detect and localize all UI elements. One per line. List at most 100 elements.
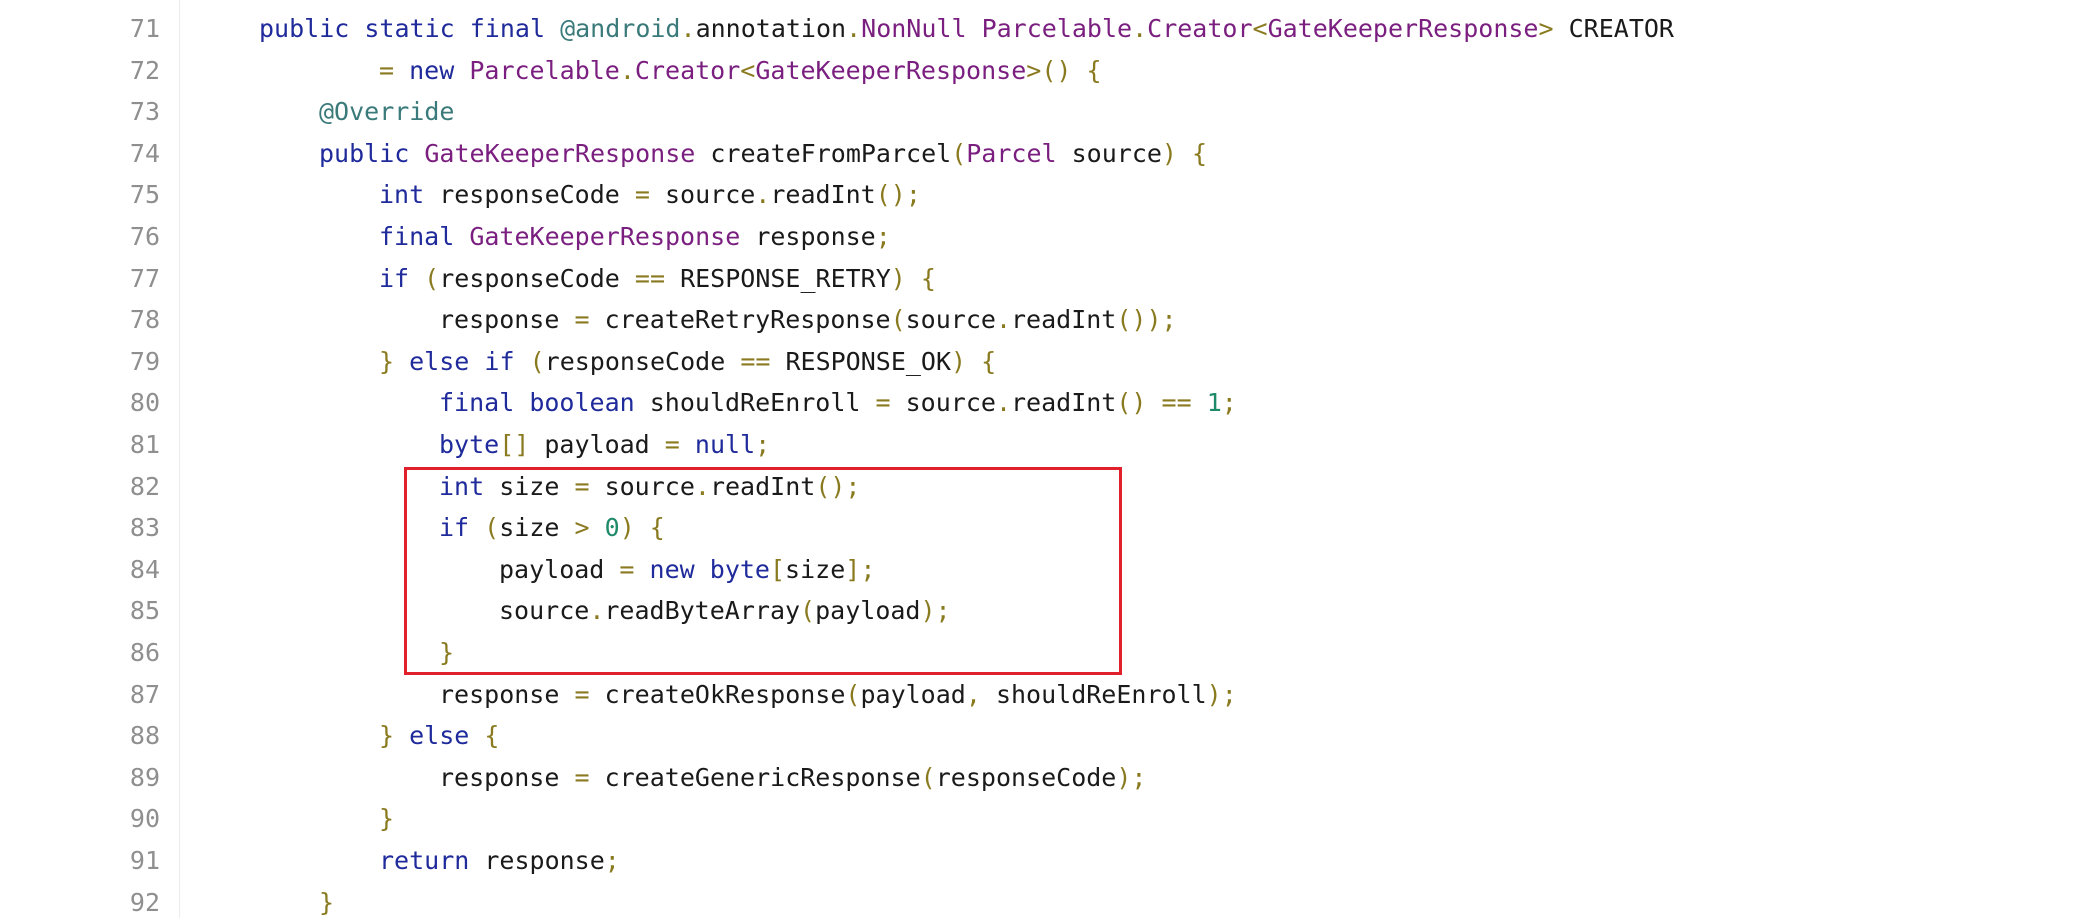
code-token: null — [694, 430, 756, 459]
code-token: ( — [890, 305, 906, 335]
code-token: RESPONSE_OK — [770, 346, 952, 376]
code-token: return — [379, 846, 470, 875]
line-number: 82 — [129, 471, 160, 501]
code-token: payload — [529, 430, 665, 459]
code-token: . — [694, 471, 710, 501]
line-code: final boolean shouldReEnroll = source.re… — [439, 382, 1237, 424]
code-token: ()); — [1116, 305, 1177, 335]
line-code: public static final @android.annotation.… — [259, 8, 1674, 50]
code-token: if — [439, 513, 470, 543]
code-token: public — [319, 138, 410, 168]
line-code: response = createRetryResponse(source.re… — [439, 299, 1177, 341]
code-token: . — [680, 14, 696, 43]
code-token: . — [995, 305, 1011, 335]
code-token: . — [995, 388, 1011, 418]
code-token: source — [1056, 138, 1162, 168]
code-token: == — [634, 263, 666, 293]
code-token: readInt — [709, 471, 816, 501]
code-line: 82 int size = source.readInt(); — [0, 466, 2074, 508]
code-token: GateKeeperResponse — [469, 222, 741, 251]
code-token: readInt — [770, 180, 876, 210]
line-number: 83 — [129, 513, 160, 543]
code-token: ; — [604, 846, 620, 875]
line-code: final GateKeeperResponse response; — [379, 216, 891, 258]
code-token: final — [379, 222, 455, 251]
line-number: 89 — [129, 762, 160, 792]
code-token: readInt — [1011, 305, 1117, 335]
code-token: ) { — [619, 513, 665, 543]
code-token: ( — [484, 513, 500, 543]
code-token: [ — [769, 554, 786, 584]
code-token: == — [1161, 388, 1192, 418]
code-token: = — [664, 430, 680, 459]
code-token: source — [589, 471, 695, 501]
line-number: 77 — [129, 263, 160, 293]
code-token: response — [740, 222, 876, 251]
line-code: } — [379, 798, 394, 840]
line-code: = new Parcelable.Creator<GateKeeperRespo… — [379, 50, 1102, 92]
code-token: payload — [860, 679, 966, 709]
line-number: 73 — [129, 97, 160, 127]
code-token: payload — [815, 596, 921, 626]
code-token: responseCode — [935, 762, 1117, 792]
code-line: 84 payload = new byte[size]; — [0, 549, 2074, 591]
line-code: int size = source.readInt(); — [439, 466, 860, 508]
code-token: (); — [815, 471, 861, 501]
code-token: readInt — [1011, 388, 1117, 418]
code-token: Parcel — [966, 138, 1057, 168]
code-token: = — [574, 762, 590, 792]
code-token: = — [574, 305, 590, 335]
code-token: createGenericResponse — [589, 762, 921, 792]
code-token: = — [634, 180, 650, 210]
code-token: = — [574, 679, 590, 709]
code-token: = — [875, 388, 891, 418]
code-token: else — [409, 346, 470, 376]
code-line: 74 public GateKeeperResponse createFromPa… — [0, 133, 2074, 175]
code-token: createOkResponse — [589, 679, 846, 709]
line-number: 71 — [129, 14, 160, 43]
code-token: size — [785, 554, 846, 584]
code-token: responseCode — [439, 263, 635, 293]
code-token: final — [439, 388, 515, 418]
line-number: 90 — [129, 804, 160, 834]
line-code: } — [319, 882, 334, 924]
code-token: responseCode — [544, 346, 741, 376]
line-code: source.readByteArray(payload); — [499, 590, 951, 632]
code-token: ); — [1116, 762, 1147, 792]
code-line: 81 byte[] payload = null; — [0, 424, 2074, 466]
code-token: static — [364, 14, 455, 43]
line-code: response = createOkResponse(payload, sho… — [439, 674, 1237, 716]
line-code: public GateKeeperResponse createFromParc… — [319, 133, 1207, 175]
code-line: 76 final GateKeeperResponse response; — [0, 216, 2074, 258]
code-line: 88} else { — [0, 715, 2074, 757]
code-line: 89 response = createGenericResponse(respo… — [0, 757, 2074, 799]
line-code: response = createGenericResponse(respons… — [439, 757, 1146, 799]
code-token: ( — [424, 263, 440, 293]
line-code: if (size > 0) { — [439, 507, 665, 549]
code-line: 85 source.readByteArray(payload); — [0, 590, 2074, 632]
code-token: (); — [875, 180, 921, 210]
code-token: . — [619, 55, 635, 85]
code-token: , — [965, 679, 981, 709]
code-line: 92} — [0, 882, 2074, 924]
line-number: 79 — [129, 346, 160, 376]
code-token: byte — [439, 430, 500, 459]
code-token: shouldReEnroll — [980, 679, 1207, 709]
line-number: 81 — [129, 430, 160, 459]
line-number: 86 — [129, 638, 160, 667]
code-token: = — [379, 55, 395, 85]
code-token: . — [755, 180, 771, 210]
code-token: ) { — [890, 263, 936, 293]
code-token: responseCode — [424, 180, 635, 210]
code-token: ( — [529, 346, 545, 376]
code-token: GateKeeperResponse — [424, 138, 696, 168]
line-code: if (responseCode == RESPONSE_RETRY) { — [379, 258, 936, 300]
code-token: [] — [499, 430, 530, 459]
code-token: ( — [845, 679, 861, 709]
